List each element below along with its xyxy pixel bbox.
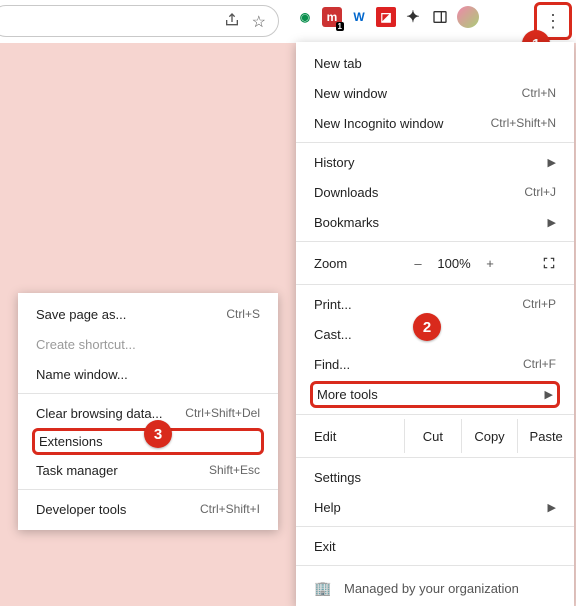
callout-3: 3	[144, 420, 172, 448]
zoom-in-button[interactable]: +	[476, 256, 504, 271]
submenu-save-page[interactable]: Save page as...Ctrl+S	[18, 299, 278, 329]
menu-new-window[interactable]: New windowCtrl+N	[296, 78, 574, 108]
avatar[interactable]	[457, 6, 479, 28]
extension-icon-w[interactable]: W	[349, 7, 369, 27]
extension-icon-g[interactable]: ◉	[295, 7, 315, 27]
menu-print[interactable]: Print...Ctrl+P	[296, 289, 574, 319]
submenu-dev-tools[interactable]: Developer toolsCtrl+Shift+I	[18, 494, 278, 524]
omnibox[interactable]: ☆	[0, 5, 279, 37]
extension-icon-m[interactable]: m1	[322, 7, 342, 27]
menu-new-incognito[interactable]: New Incognito windowCtrl+Shift+N	[296, 108, 574, 138]
menu-managed[interactable]: 🏢 Managed by your organization	[296, 570, 574, 606]
star-icon[interactable]: ☆	[252, 12, 266, 32]
edit-paste[interactable]: Paste	[517, 419, 574, 453]
more-tools-submenu: Save page as...Ctrl+S Create shortcut...…	[18, 293, 278, 530]
menu-exit[interactable]: Exit	[296, 531, 574, 561]
menu-new-tab[interactable]: New tab	[296, 48, 574, 78]
submenu-task-manager[interactable]: Task managerShift+Esc	[18, 455, 278, 485]
menu-downloads[interactable]: DownloadsCtrl+J	[296, 177, 574, 207]
extensions-puzzle-icon[interactable]: ✦	[403, 7, 423, 27]
menu-help[interactable]: Help▶	[296, 492, 574, 522]
menu-zoom: Zoom – 100% +	[296, 246, 574, 280]
extension-icon-z[interactable]: ◪	[376, 7, 396, 27]
extensions-bar: ◉ m1 W ◪ ✦	[295, 6, 479, 28]
menu-find[interactable]: Find...Ctrl+F	[296, 349, 574, 379]
share-icon[interactable]	[224, 12, 240, 28]
zoom-out-button[interactable]: –	[404, 256, 432, 271]
menu-settings[interactable]: Settings	[296, 462, 574, 492]
menu-history[interactable]: History▶	[296, 147, 574, 177]
side-panel-icon[interactable]	[430, 7, 450, 27]
zoom-value: 100%	[432, 256, 476, 271]
menu-bookmarks[interactable]: Bookmarks▶	[296, 207, 574, 237]
fullscreen-icon[interactable]	[542, 256, 556, 270]
edit-copy[interactable]: Copy	[461, 419, 518, 453]
submenu-name-window[interactable]: Name window...	[18, 359, 278, 389]
building-icon: 🏢	[314, 580, 330, 597]
menu-edit: Edit Cut Copy Paste	[296, 419, 574, 453]
callout-2: 2	[413, 313, 441, 341]
menu-more-tools[interactable]: More tools▶	[296, 379, 574, 410]
submenu-create-shortcut: Create shortcut...	[18, 329, 278, 359]
edit-cut[interactable]: Cut	[404, 419, 461, 453]
